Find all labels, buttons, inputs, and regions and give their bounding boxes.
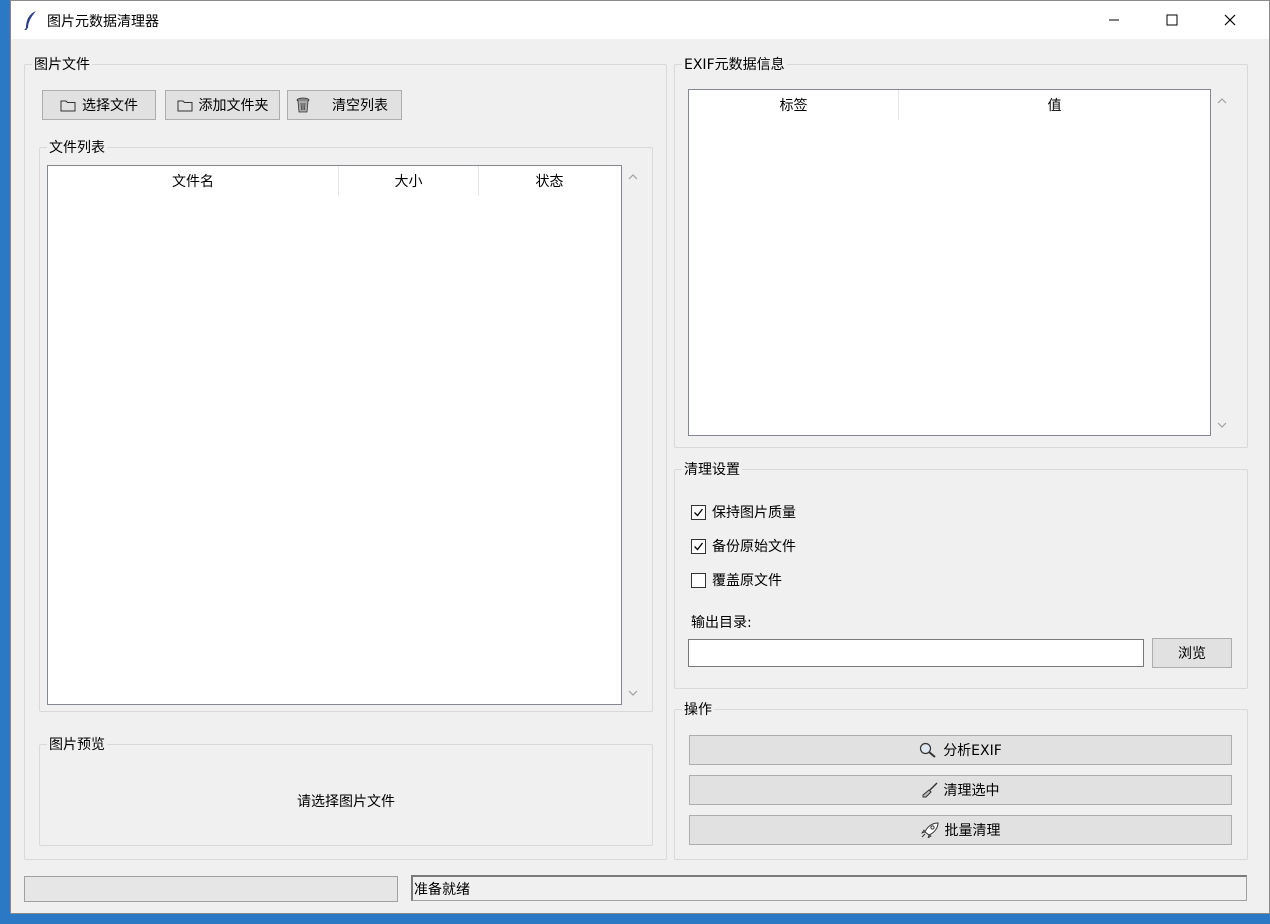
status-label: 准备就绪 [411, 875, 1247, 901]
file-list-scrollbar[interactable] [623, 165, 643, 705]
maximize-icon [1166, 14, 1178, 26]
browse-label: 浏览 [1178, 646, 1206, 662]
keep-quality-checkbox[interactable]: 保持图片质量 [691, 502, 796, 522]
trash-icon [296, 97, 310, 113]
feather-icon [23, 10, 39, 31]
broom-icon [922, 782, 938, 798]
folder-icon [60, 99, 76, 112]
clean-selected-label: 清理选中 [943, 783, 1000, 799]
output-dir-label: 输出目录: [691, 615, 752, 631]
magnifier-icon [919, 742, 937, 758]
analyze-exif-label: 分析EXIF [943, 743, 1002, 759]
overwrite-original-checkbox[interactable]: 覆盖原文件 [691, 570, 782, 590]
maximize-button[interactable] [1143, 1, 1201, 39]
file-list-group-label: 文件列表 [47, 137, 107, 157]
output-dir-input[interactable] [688, 639, 1144, 667]
folder-icon [177, 99, 193, 112]
preview-placeholder: 请选择图片文件 [297, 794, 395, 810]
clear-list-button[interactable]: 清空列表 [287, 90, 402, 120]
column-size[interactable]: 大小 [339, 166, 479, 196]
window-title: 图片元数据清理器 [47, 14, 159, 30]
file-list-header: 文件名 大小 状态 [48, 166, 621, 196]
column-status[interactable]: 状态 [479, 166, 620, 196]
rocket-icon [920, 822, 939, 838]
add-folder-label: 添加文件夹 [198, 98, 269, 114]
file-list-table[interactable]: 文件名 大小 状态 [47, 165, 622, 705]
chevron-down-icon[interactable] [1216, 421, 1228, 429]
preview-group-label: 图片预览 [47, 734, 107, 754]
minimize-icon [1109, 19, 1119, 21]
analyze-exif-button[interactable]: 分析EXIF [689, 735, 1232, 765]
clear-list-label: 清空列表 [332, 98, 388, 114]
checkbox-checked-icon[interactable] [691, 538, 706, 554]
title-bar[interactable]: 图片元数据清理器 [11, 1, 1269, 39]
select-files-button[interactable]: 选择文件 [42, 90, 156, 120]
keep-quality-label: 保持图片质量 [712, 505, 796, 521]
batch-clean-button[interactable]: 批量清理 [689, 815, 1232, 845]
column-value[interactable]: 值 [899, 90, 1210, 120]
app-window: 图片元数据清理器 图片文件 选择文件 添加文件夹 清空列表 文件列表 文件名 大… [10, 0, 1270, 914]
overwrite-original-label: 覆盖原文件 [712, 573, 782, 589]
status-text: 准备就绪 [414, 881, 470, 898]
chevron-up-icon[interactable] [627, 173, 639, 181]
select-files-label: 选择文件 [82, 98, 138, 114]
settings-group-label: 清理设置 [682, 459, 742, 479]
minimize-button[interactable] [1085, 1, 1143, 39]
backup-original-label: 备份原始文件 [712, 539, 796, 555]
close-button[interactable] [1201, 1, 1259, 39]
checkbox-checked-icon[interactable] [691, 504, 706, 520]
image-files-group-label: 图片文件 [32, 54, 92, 74]
chevron-down-icon[interactable] [627, 689, 639, 697]
exif-group-label: EXIF元数据信息 [682, 54, 787, 74]
clean-selected-button[interactable]: 清理选中 [689, 775, 1232, 805]
batch-clean-label: 批量清理 [944, 823, 1001, 839]
chevron-up-icon[interactable] [1216, 97, 1228, 105]
exif-header: 标签 值 [689, 90, 1210, 120]
actions-group-label: 操作 [682, 699, 714, 719]
column-filename[interactable]: 文件名 [48, 166, 339, 196]
close-icon [1224, 14, 1236, 26]
progress-bar [24, 876, 398, 902]
checkbox-unchecked-icon[interactable] [691, 572, 706, 588]
exif-table[interactable]: 标签 值 [688, 89, 1211, 436]
backup-original-checkbox[interactable]: 备份原始文件 [691, 536, 796, 556]
add-folder-button[interactable]: 添加文件夹 [165, 90, 280, 120]
exif-scrollbar[interactable] [1212, 89, 1232, 436]
browse-button[interactable]: 浏览 [1152, 638, 1232, 668]
column-tag[interactable]: 标签 [689, 90, 899, 120]
